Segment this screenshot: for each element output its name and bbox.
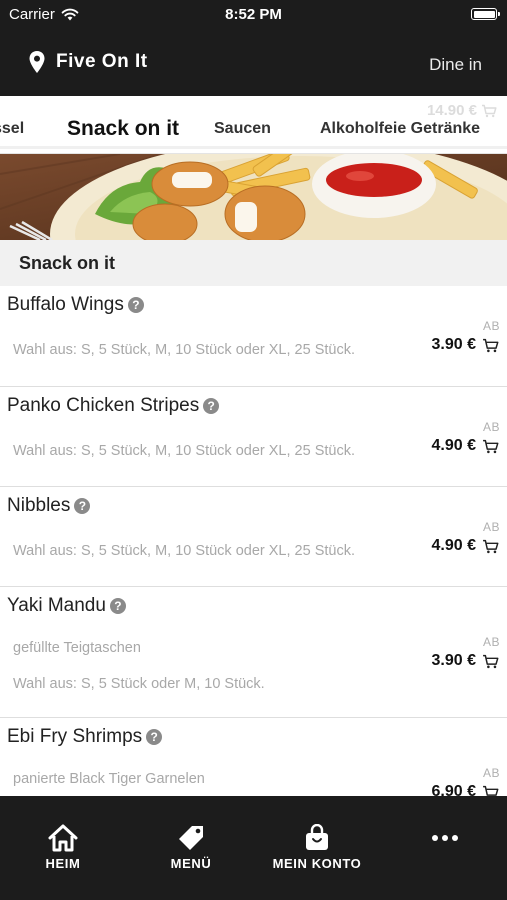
dine-mode-toggle[interactable]: Dine in — [429, 55, 482, 75]
section-header: Snack on it — [0, 240, 507, 286]
nav-menu-label: MENÜ — [170, 856, 212, 871]
item-description: gefüllte Teigtaschen — [13, 640, 141, 656]
tab-snack-on-it[interactable]: Snack on it — [67, 117, 179, 141]
nav-account[interactable]: MEIN KONTO — [262, 824, 372, 871]
cart-icon — [482, 104, 497, 117]
bottom-navigation: HEIM MENÜ MEIN KONTO — [0, 796, 507, 900]
item-description: Wahl aus: S, 5 Stück, M, 10 Stück oder X… — [13, 443, 355, 459]
price-prefix: AB — [482, 520, 500, 534]
cart-icon — [483, 338, 499, 352]
price-prefix: AB — [482, 319, 500, 333]
question-circle-icon[interactable]: ? — [127, 297, 144, 313]
cart-icon — [483, 785, 499, 796]
item-description: Wahl aus: S, 5 Stück, M, 10 Stück oder X… — [13, 543, 355, 559]
cart-icon — [483, 654, 499, 668]
nav-home-label: HEIM — [45, 856, 81, 871]
nav-account-label: MEIN KONTO — [272, 856, 362, 871]
cart-total-preview[interactable]: 14.90 € — [427, 102, 497, 119]
menu-item-nibbles[interactable]: Nibbles ? Wahl aus: S, 5 Stück, M, 10 St… — [0, 487, 507, 587]
more-dots-icon — [432, 835, 458, 841]
menu-item-ebi-fry-shrimps[interactable]: Ebi Fry Shrimps ? panierte Black Tiger G… — [0, 718, 507, 796]
battery-icon — [471, 8, 500, 20]
location-pin-icon — [29, 51, 45, 73]
add-to-cart-button[interactable]: 6.90 € — [432, 783, 499, 796]
add-to-cart-button[interactable]: 3.90 € — [432, 652, 499, 670]
menu-item-panko-chicken-stripes[interactable]: Panko Chicken Stripes ? Wahl aus: S, 5 S… — [0, 387, 507, 487]
status-bar: Carrier 8:52 PM — [0, 0, 507, 30]
tabs-divider — [0, 146, 507, 149]
category-hero-image — [0, 154, 507, 240]
question-circle-icon[interactable]: ? — [74, 498, 91, 514]
nav-menu[interactable]: MENÜ — [158, 824, 224, 871]
question-circle-icon[interactable]: ? — [146, 729, 163, 745]
item-name-row: Panko Chicken Stripes ? — [7, 395, 220, 417]
menu-item-list: Buffalo Wings ? Wahl aus: S, 5 Stück, M,… — [0, 286, 507, 796]
item-options: Wahl aus: S, 5 Stück oder M, 10 Stück. — [13, 676, 265, 692]
cart-icon — [483, 539, 499, 553]
restaurant-selector[interactable]: Five On It — [28, 50, 148, 74]
item-name: Panko Chicken Stripes — [7, 395, 200, 416]
item-name-row: Ebi Fry Shrimps ? — [7, 726, 163, 748]
item-name: Buffalo Wings — [7, 294, 124, 315]
item-name: Ebi Fry Shrimps — [7, 726, 143, 747]
item-name-row: Buffalo Wings ? — [7, 294, 144, 316]
item-price: 6.90 € — [431, 783, 476, 796]
price-prefix: AB — [482, 635, 500, 649]
item-price: 3.90 € — [431, 652, 476, 669]
question-circle-icon[interactable]: ? — [203, 398, 220, 414]
tab-alkoholfreie-getraenke[interactable]: Alkoholfeie Getränke — [320, 120, 480, 138]
item-name-row: Nibbles ? — [7, 495, 91, 517]
food-photo — [0, 154, 507, 240]
nav-home[interactable]: HEIM — [30, 824, 96, 871]
section-title: Snack on it — [19, 253, 116, 273]
item-description: Wahl aus: S, 5 Stück, M, 10 Stück oder X… — [13, 342, 355, 358]
shopping-bag-icon — [306, 824, 328, 850]
tab-category-previous[interactable]: ssel — [0, 120, 24, 138]
tab-saucen[interactable]: Saucen — [214, 120, 271, 138]
item-description: panierte Black Tiger Garnelen — [13, 771, 205, 787]
add-to-cart-button[interactable]: 4.90 € — [432, 437, 499, 455]
item-price: 4.90 € — [431, 537, 476, 554]
price-prefix: AB — [482, 420, 500, 434]
add-to-cart-button[interactable]: 3.90 € — [432, 336, 499, 354]
home-icon — [48, 824, 78, 852]
menu-item-buffalo-wings[interactable]: Buffalo Wings ? Wahl aus: S, 5 Stück, M,… — [0, 286, 507, 387]
price-prefix: AB — [482, 766, 500, 780]
item-name-row: Yaki Mandu ? — [7, 595, 126, 617]
category-tabs: 14.90 € ssel Snack on it Saucen Alkoholf… — [0, 96, 507, 154]
question-circle-icon[interactable]: ? — [109, 598, 126, 614]
cart-total-label: 14.90 € — [426, 102, 477, 119]
menu-item-yaki-mandu[interactable]: Yaki Mandu ? gefüllte Teigtaschen Wahl a… — [0, 587, 507, 718]
item-name: Yaki Mandu — [7, 595, 106, 616]
clock: 8:52 PM — [225, 6, 282, 23]
item-price: 4.90 € — [431, 437, 476, 454]
tag-icon — [179, 826, 203, 850]
add-to-cart-button[interactable]: 4.90 € — [432, 537, 499, 555]
item-name: Nibbles — [7, 495, 71, 516]
cart-icon — [483, 439, 499, 453]
app-header: Five On It Dine in — [0, 30, 507, 96]
item-price: 3.90 € — [431, 336, 476, 353]
nav-more[interactable] — [412, 834, 478, 842]
restaurant-name: Five On It — [56, 51, 148, 72]
